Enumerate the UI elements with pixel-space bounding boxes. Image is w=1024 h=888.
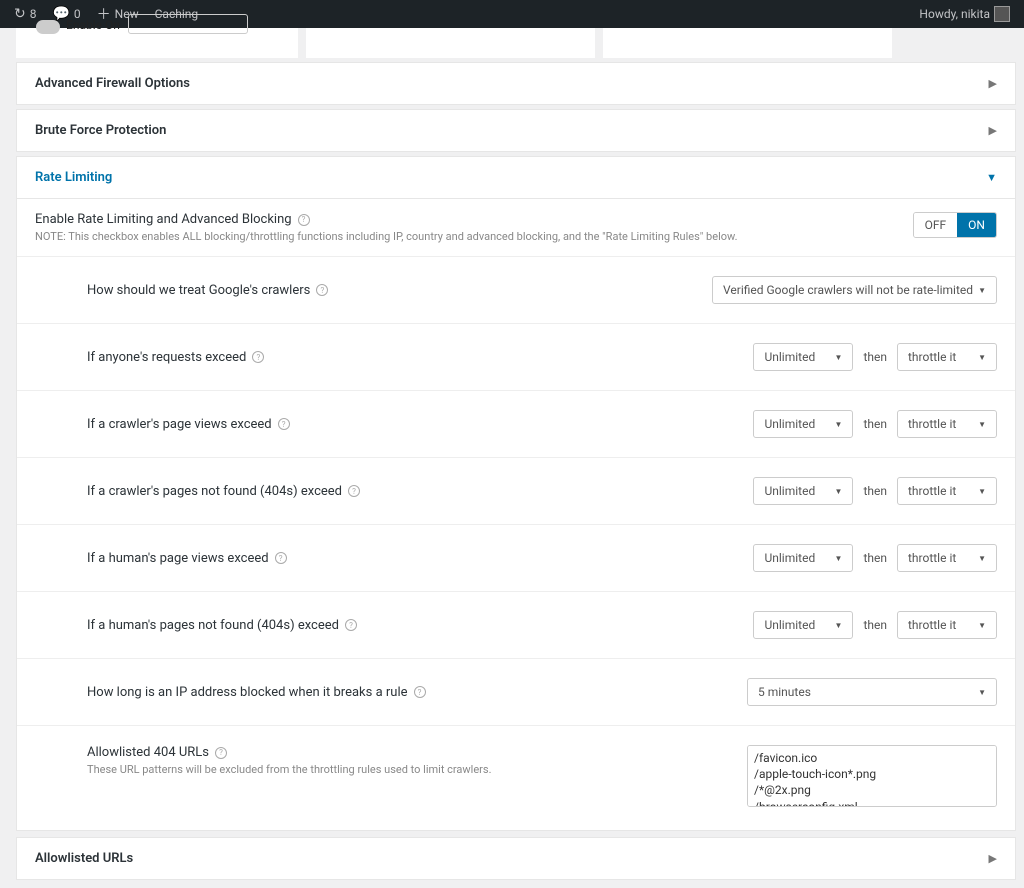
threshold-select[interactable]: Unlimited ▼: [753, 477, 853, 505]
section-advanced-firewall[interactable]: Advanced Firewall Options ▶: [16, 62, 1016, 105]
partial-mid-card: [306, 28, 595, 58]
help-icon[interactable]: ?: [316, 284, 328, 296]
select-value: Unlimited: [764, 417, 815, 431]
chevron-right-icon: ▶: [989, 77, 997, 90]
action-select[interactable]: throttle it ▼: [897, 343, 997, 371]
help-icon[interactable]: ?: [275, 552, 287, 564]
caret-down-icon: ▼: [978, 688, 986, 697]
rule-label: If a crawler's pages not found (404s) ex…: [87, 484, 342, 499]
section-title: Brute Force Protection: [35, 123, 166, 138]
howdy-label: Howdy, nikita: [919, 7, 990, 21]
select-value: throttle it: [908, 350, 956, 364]
rate-limiting-body: Enable Rate Limiting and Advanced Blocki…: [16, 199, 1016, 831]
rule-label: How long is an IP address blocked when i…: [87, 685, 408, 700]
rule-google-label: How should we treat Google's crawlers: [87, 283, 310, 298]
rule-label: If a human's pages not found (404s) exce…: [87, 618, 339, 633]
block-duration-select[interactable]: 5 minutes ▼: [747, 678, 997, 706]
chevron-right-icon: ▶: [989, 852, 997, 865]
section-brute-force[interactable]: Brute Force Protection ▶: [16, 109, 1016, 152]
section-rate-limiting[interactable]: Rate Limiting ▼: [16, 156, 1016, 199]
updates-count: 8: [30, 7, 37, 21]
threshold-select[interactable]: Unlimited ▼: [753, 544, 853, 572]
select-value: throttle it: [908, 618, 956, 632]
help-icon[interactable]: ?: [252, 351, 264, 363]
rule-crawler-pageviews: If a crawler's page views exceed ? Unlim…: [17, 391, 1015, 458]
select-value: throttle it: [908, 551, 956, 565]
caret-down-icon: ▼: [835, 554, 843, 563]
then-label: then: [863, 484, 887, 498]
caret-down-icon: ▼: [978, 286, 986, 295]
select-value: Verified Google crawlers will not be rat…: [723, 283, 973, 297]
threshold-select[interactable]: Unlimited ▼: [753, 343, 853, 371]
enable-rate-limiting-note: NOTE: This checkbox enables ALL blocking…: [35, 230, 738, 243]
select-value: Unlimited: [764, 350, 815, 364]
howdy-item[interactable]: Howdy, nikita: [913, 0, 1016, 28]
caret-down-icon: ▼: [978, 420, 986, 429]
enable-on-select[interactable]: [128, 14, 248, 34]
rule-block-duration: How long is an IP address blocked when i…: [17, 659, 1015, 726]
toggle-on[interactable]: ON: [957, 213, 996, 237]
action-select[interactable]: throttle it ▼: [897, 410, 997, 438]
chevron-down-icon: ▼: [986, 171, 997, 184]
section-allowlisted-urls[interactable]: Allowlisted URLs ▶: [16, 837, 1016, 880]
then-label: then: [863, 350, 887, 364]
select-value: Unlimited: [764, 551, 815, 565]
then-label: then: [863, 618, 887, 632]
google-crawlers-select[interactable]: Verified Google crawlers will not be rat…: [712, 276, 997, 304]
caret-down-icon: ▼: [835, 353, 843, 362]
select-value: throttle it: [908, 484, 956, 498]
rule-allowlist-404: Allowlisted 404 URLs ? These URL pattern…: [17, 726, 1015, 830]
rule-label: If a crawler's page views exceed: [87, 417, 272, 432]
then-label: then: [863, 417, 887, 431]
rule-label: Allowlisted 404 URLs: [87, 745, 209, 760]
allowlist-404-textarea[interactable]: [747, 745, 997, 807]
action-select[interactable]: throttle it ▼: [897, 544, 997, 572]
avatar: [994, 6, 1010, 22]
enable-rate-limiting-label: Enable Rate Limiting and Advanced Blocki…: [35, 212, 292, 227]
caret-down-icon: ▼: [835, 420, 843, 429]
updates-icon: ↻: [14, 6, 26, 22]
then-label: then: [863, 551, 887, 565]
rule-label: If anyone's requests exceed: [87, 350, 246, 365]
rule-human-404s: If a human's pages not found (404s) exce…: [17, 592, 1015, 659]
rule-human-pageviews: If a human's page views exceed ? Unlimit…: [17, 525, 1015, 592]
select-value: Unlimited: [764, 484, 815, 498]
toggle-off[interactable]: OFF: [914, 213, 958, 237]
section-title: Allowlisted URLs: [35, 851, 133, 866]
rule-google-crawlers: How should we treat Google's crawlers ? …: [17, 257, 1015, 324]
enable-on-toggle[interactable]: [36, 20, 60, 34]
caret-down-icon: ▼: [978, 554, 986, 563]
caret-down-icon: ▼: [978, 621, 986, 630]
caret-down-icon: ▼: [835, 487, 843, 496]
select-value: 5 minutes: [758, 685, 811, 699]
help-icon[interactable]: ?: [345, 619, 357, 631]
caret-down-icon: ▼: [978, 353, 986, 362]
partial-right-card: [603, 28, 892, 58]
help-icon[interactable]: ?: [278, 418, 290, 430]
help-icon[interactable]: ?: [215, 747, 227, 759]
enable-on-label: Enable On: [66, 18, 120, 32]
section-title: Advanced Firewall Options: [35, 76, 190, 91]
threshold-select[interactable]: Unlimited ▼: [753, 611, 853, 639]
help-icon[interactable]: ?: [348, 485, 360, 497]
help-icon[interactable]: ?: [298, 214, 310, 226]
rule-crawler-404s: If a crawler's pages not found (404s) ex…: [17, 458, 1015, 525]
enable-rate-limiting-row: Enable Rate Limiting and Advanced Blocki…: [17, 199, 1015, 257]
caret-down-icon: ▼: [978, 487, 986, 496]
threshold-select[interactable]: Unlimited ▼: [753, 410, 853, 438]
rule-sublabel: These URL patterns will be excluded from…: [87, 763, 492, 776]
caret-down-icon: ▼: [835, 621, 843, 630]
top-partial-row: Enable On: [16, 28, 1016, 58]
select-value: Unlimited: [764, 618, 815, 632]
rate-limit-toggle[interactable]: OFF ON: [913, 212, 997, 238]
select-value: throttle it: [908, 417, 956, 431]
section-title: Rate Limiting: [35, 170, 112, 185]
action-select[interactable]: throttle it ▼: [897, 611, 997, 639]
action-select[interactable]: throttle it ▼: [897, 477, 997, 505]
chevron-right-icon: ▶: [989, 124, 997, 137]
rule-anyone-requests: If anyone's requests exceed ? Unlimited …: [17, 324, 1015, 391]
help-icon[interactable]: ?: [414, 686, 426, 698]
rule-label: If a human's page views exceed: [87, 551, 269, 566]
